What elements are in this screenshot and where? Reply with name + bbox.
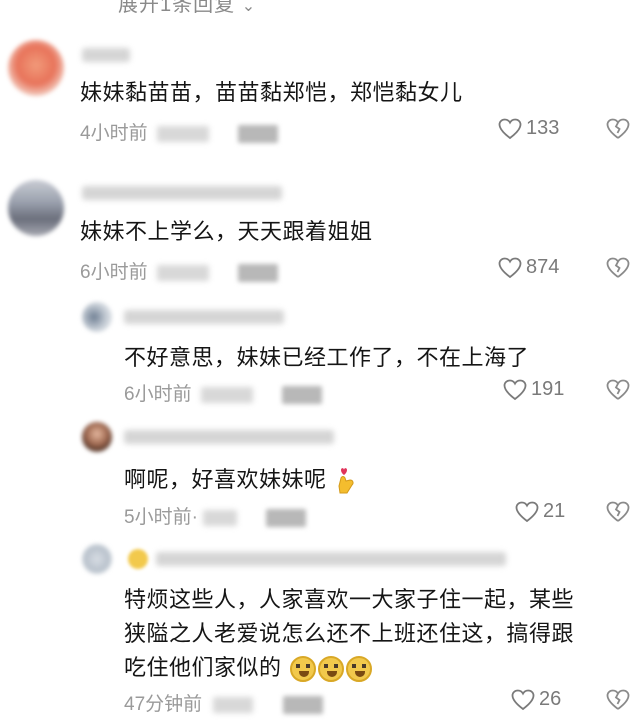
like-count: 191 [531,378,565,400]
clapping-face-emoji [318,656,345,683]
comment-meta: 6小时前 [80,257,279,284]
location-text [213,696,254,713]
heart-outline-icon [515,501,539,522]
heart-outline-icon [498,118,522,139]
like-count: 874 [526,256,560,278]
reply-button[interactable] [238,124,279,143]
reply-meta: 5小时前· [124,502,307,529]
comment-time: 4小时前 [80,123,148,144]
reply-meta: 47分钟前 [124,689,323,716]
like-count: 26 [539,688,562,710]
like-button[interactable]: 21 [515,500,565,523]
dislike-button[interactable] [606,501,630,528]
expand-replies-text: 展开1条回复 [118,0,236,16]
avatar[interactable] [82,302,112,332]
reply-text: 啊呢，好喜欢妹妹呢 [124,462,357,496]
username[interactable] [124,310,284,324]
broken-heart-icon [606,118,630,139]
reply-button[interactable] [282,385,323,404]
reply-text-line: 特烦这些人，人家喜欢一大家子住一起，某些 [124,587,575,612]
comment-text: 妹妹不上学么，天天跟着姐姐 [80,219,373,244]
heart-outline-icon [511,689,535,710]
avatar[interactable] [82,544,112,574]
like-button[interactable]: 26 [511,688,561,711]
reply-text-line: 吃住他们家似的 [124,655,282,680]
heart-outline-icon [498,257,522,278]
reply-button[interactable] [238,263,279,282]
avatar[interactable] [8,180,64,236]
avatar[interactable] [8,40,64,96]
expand-replies-link[interactable]: 展开1条回复 ⌄ [118,0,256,17]
username[interactable] [124,430,334,444]
location-text [156,125,209,142]
reply-text-line-3: 吃住他们家似的 [124,651,574,685]
reply-text: 特烦这些人，人家喜欢一大家子住一起，某些 狭隘之人老爱说怎么还不上班还住这，搞得… [124,583,574,685]
user-badge-emoji [128,549,148,569]
comment-text: 妹妹黏苗苗，苗苗黏郑恺，郑恺黏女儿 [80,80,463,105]
username[interactable] [82,48,130,62]
location-text [203,509,238,526]
reply-text: 不好意思，妹妹已经工作了，不在上海了 [124,345,530,370]
dislike-button[interactable] [606,257,630,284]
broken-heart-icon [606,501,630,522]
like-button[interactable]: 874 [498,256,559,279]
broken-heart-icon [606,257,630,278]
location-text [156,264,209,281]
username[interactable] [156,552,506,566]
chevron-down-icon: ⌄ [241,0,257,15]
like-button[interactable]: 191 [503,378,564,401]
username[interactable] [82,186,282,200]
reply-text-body: 啊呢，好喜欢妹妹呢 [124,467,327,492]
dislike-button[interactable] [606,689,630,716]
like-count: 133 [526,117,560,139]
reply-time: 47分钟前 [124,694,203,715]
reply-text-line: 狭隘之人老爱说怎么还不上班还住这，搞得跟 [124,621,575,646]
dislike-button[interactable] [606,118,630,145]
clapping-face-emoji [290,656,317,683]
reply-meta: 6小时前 [124,379,323,406]
clapping-face-emoji [346,656,373,683]
hand-heart-emoji [338,468,354,494]
reply-time: 5小时前· [124,507,198,528]
like-button[interactable]: 133 [498,117,559,140]
broken-heart-icon [606,379,630,400]
avatar[interactable] [82,422,112,452]
broken-heart-icon [606,689,630,710]
reply-button[interactable] [266,508,307,527]
comment-meta: 4小时前 [80,118,279,145]
heart-outline-icon [503,379,527,400]
like-count: 21 [543,500,566,522]
location-text [200,386,253,403]
comment-time: 6小时前 [80,262,148,283]
reply-button[interactable] [282,695,323,714]
dislike-button[interactable] [606,379,630,406]
reply-time: 6小时前 [124,384,192,405]
